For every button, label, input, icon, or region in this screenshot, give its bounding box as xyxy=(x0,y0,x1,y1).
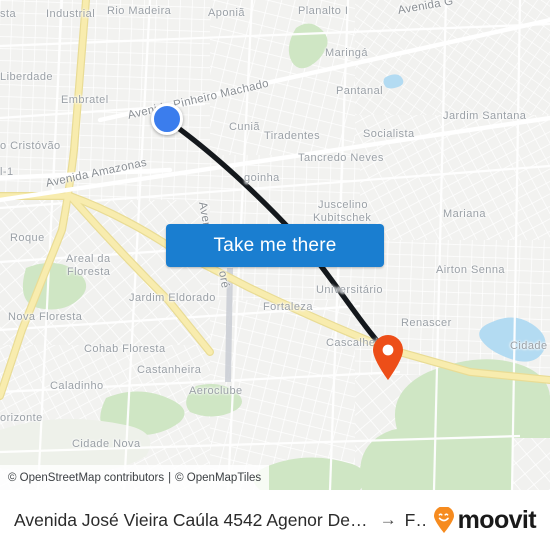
map-canvas[interactable]: sta Industrial Rio Madeira Aponiã Planalto I… xyxy=(0,0,550,490)
moovit-pin-icon xyxy=(433,507,454,533)
trip-summary: Avenida José Vieira Caúla 4542 Agenor De… xyxy=(14,510,427,531)
trip-footer: Avenida José Vieira Caúla 4542 Agenor De… xyxy=(0,490,550,550)
map-pin-icon xyxy=(373,335,403,380)
take-me-there-button[interactable]: Take me there xyxy=(166,224,384,267)
attribution-openmaptiles[interactable]: © OpenMapTiles xyxy=(175,472,261,484)
map-attribution: © OpenStreetMap contributors | © OpenMap… xyxy=(0,465,270,490)
destination-marker[interactable] xyxy=(371,334,405,380)
moovit-logo[interactable]: moovit xyxy=(433,505,537,535)
trip-destination-label: F… xyxy=(404,509,427,530)
origin-marker[interactable] xyxy=(151,103,183,135)
trip-origin-label: Avenida José Vieira Caúla 4542 Agenor De… xyxy=(14,509,372,530)
moovit-map-screen: sta Industrial Rio Madeira Aponiã Planalto I… xyxy=(0,0,550,550)
attribution-osm[interactable]: © OpenStreetMap contributors xyxy=(8,472,164,484)
arrow-right-icon: → xyxy=(379,510,397,529)
moovit-wordmark: moovit xyxy=(457,505,537,534)
attribution-separator: | xyxy=(168,471,172,484)
